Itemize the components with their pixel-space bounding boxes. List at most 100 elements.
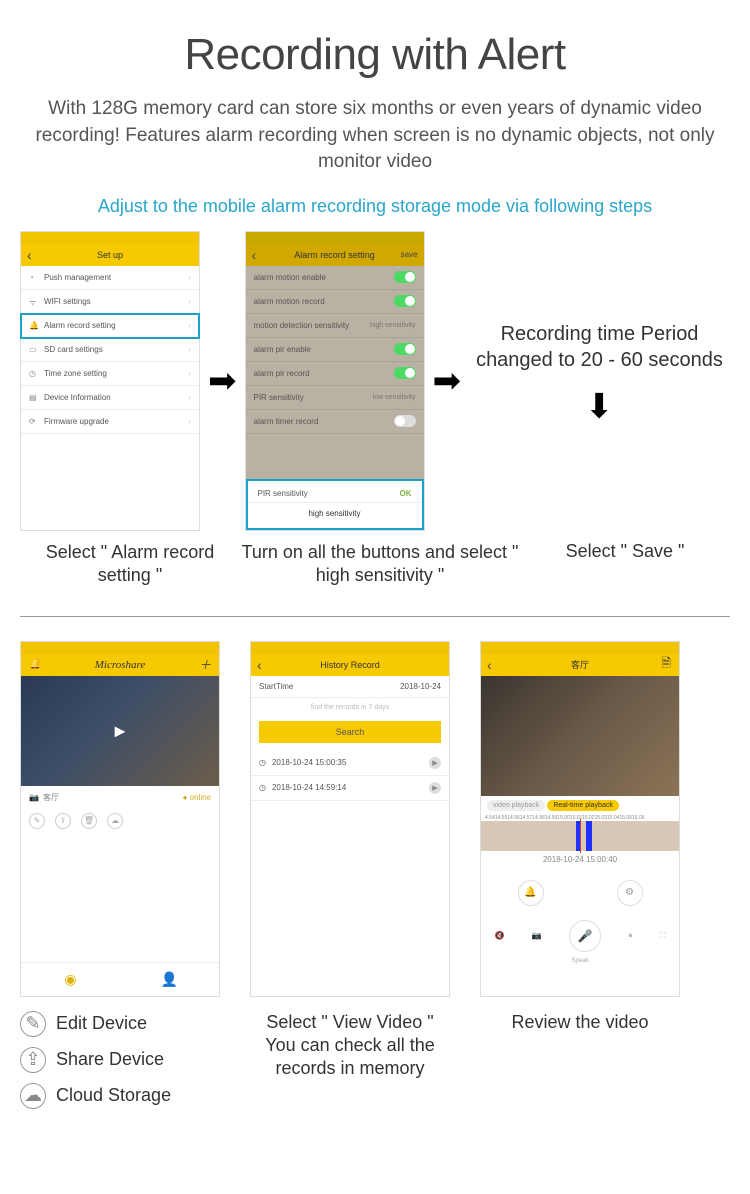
row-pir-sens[interactable]: PIR sensitivitylow sensitivity — [246, 386, 424, 410]
online-badge: ● online — [183, 793, 211, 802]
topbar-playback: ‹ 客厅 🗎 — [481, 654, 679, 676]
mic-button[interactable]: 🎤 — [569, 920, 601, 952]
camera-icon: 📷 — [29, 793, 39, 802]
topbar-setup: ‹ Set up — [21, 244, 199, 266]
document-icon[interactable]: 🗎 — [661, 654, 671, 675]
page-description: With 128G memory card can store six mont… — [30, 96, 720, 176]
step3-column: Recording time Period changed to 20 - 60… — [469, 231, 730, 427]
arrow-down-icon: ➡ — [577, 274, 621, 535]
arrow-right-icon: ➡ — [433, 361, 462, 401]
topbar-title: 客厅 — [571, 658, 589, 671]
toggle-icon[interactable] — [394, 367, 416, 379]
camera-thumbnail[interactable] — [21, 676, 219, 786]
share-icon: ⇪ — [20, 1047, 46, 1073]
start-label: StartTime — [259, 682, 293, 691]
captions-row-2: ✎ Edit Device ⇪ Share Device ☁ Cloud Sto… — [20, 1011, 730, 1119]
status-bar — [251, 642, 449, 654]
delete-icon[interactable]: 🗑 — [81, 813, 97, 829]
brand-title: Microshare — [95, 659, 146, 671]
divider — [20, 616, 730, 617]
row-push[interactable]: ◔Push management› — [21, 266, 199, 290]
save-button[interactable]: save — [401, 250, 418, 259]
tab-camera[interactable]: ◉ — [21, 963, 120, 996]
topbar-microshare: 🔔 Microshare ＋ — [21, 654, 219, 676]
video-viewport[interactable] — [481, 676, 679, 796]
back-icon[interactable]: ‹ — [487, 657, 492, 673]
cloud-icon[interactable]: ☁ — [107, 813, 123, 829]
start-time-row[interactable]: StartTime 2018-10-24 — [251, 676, 449, 698]
clock-icon: ◷ — [259, 758, 266, 767]
caption-step1: Select " Alarm record setting " — [20, 541, 240, 588]
sheet-ok-button[interactable]: OK — [400, 489, 412, 498]
tab-profile[interactable]: 👤 — [120, 963, 219, 996]
row-pir-enable[interactable]: alarm pir enable — [246, 338, 424, 362]
toggle-icon[interactable] — [394, 295, 416, 307]
record-time: 2018-10-24 14:59:14 — [272, 783, 346, 792]
pir-sensitivity-sheet: PIR sensitivity OK high sensitivity — [246, 479, 424, 530]
pill-video-playback[interactable]: video playback — [487, 800, 545, 811]
legend-edit: ✎ Edit Device — [20, 1011, 220, 1037]
row-pir-record[interactable]: alarm pir record — [246, 362, 424, 386]
hint-text: find the records in 7 days — [251, 698, 449, 717]
playback-mode-tabs: video playback Real-time playback — [481, 796, 679, 815]
record-item[interactable]: ◷ 2018-10-24 14:59:14 ▶ — [251, 776, 449, 801]
row-firmware[interactable]: ⟳Firmware upgrade› — [21, 410, 199, 434]
record-item[interactable]: ◷ 2018-10-24 15:00:35 ▶ — [251, 751, 449, 776]
device-actions: ✎ ⇪ 🗑 ☁ — [21, 809, 219, 839]
screenshot-playback: ‹ 客厅 🗎 video playback Real-time playback… — [480, 641, 680, 997]
edit-icon: ✎ — [20, 1011, 46, 1037]
page-subhead: Adjust to the mobile alarm recording sto… — [20, 196, 730, 217]
row-alarm-record-setting[interactable]: 🔔Alarm record setting› — [21, 314, 199, 338]
tabbar: ◉ 👤 — [21, 962, 219, 996]
sheet-option-high[interactable]: high sensitivity — [248, 503, 422, 524]
fullscreen-icon[interactable]: ⛶ — [660, 931, 666, 941]
legend-cloud: ☁ Cloud Storage — [20, 1083, 220, 1109]
screenshot-history: ‹ History Record StartTime 2018-10-24 fi… — [250, 641, 450, 997]
row-timer-record[interactable]: alarm timer record — [246, 410, 424, 434]
topbar-title: Set up — [97, 250, 123, 260]
screenshot-microshare: 🔔 Microshare ＋ 📷 客厅 ● online ✎ ⇪ 🗑 ☁ ◉ 👤 — [20, 641, 220, 997]
play-icon[interactable]: ▶ — [429, 782, 441, 794]
row-motion-sens[interactable]: motion detection sensitivityhigh sensiti… — [246, 314, 424, 338]
row-sd[interactable]: ▭SD card settings› — [21, 338, 199, 362]
captions-row-1: Select " Alarm record setting " Turn on … — [20, 541, 730, 588]
toggle-icon[interactable] — [394, 271, 416, 283]
steps-row-2: 🔔 Microshare ＋ 📷 客厅 ● online ✎ ⇪ 🗑 ☁ ◉ 👤… — [20, 641, 730, 997]
steps-row-1: ‹ Set up ◔Push management› ᯤWIFI setting… — [20, 231, 730, 531]
record-icon[interactable]: ⏺ — [628, 931, 632, 941]
sheet-title: PIR sensitivity — [258, 489, 308, 498]
pill-realtime-playback[interactable]: Real-time playback — [547, 800, 619, 811]
playback-timestamp: 2018-10-24 15:00:40 — [481, 851, 679, 872]
start-value: 2018-10-24 — [400, 682, 441, 691]
back-icon[interactable]: ‹ — [252, 247, 257, 263]
search-button[interactable]: Search — [259, 721, 441, 743]
back-icon[interactable]: ‹ — [257, 657, 262, 673]
screenshot-setup: ‹ Set up ◔Push management› ᯤWIFI setting… — [20, 231, 200, 531]
bell-icon[interactable]: 🔔 — [518, 880, 544, 906]
caption-playback: Review the video — [480, 1011, 680, 1119]
screenshot-alarm-settings: ‹ Alarm record setting save alarm motion… — [245, 231, 425, 531]
row-wifi[interactable]: ᯤWIFI settings› — [21, 290, 199, 314]
row-motion-enable[interactable]: alarm motion enable — [246, 266, 424, 290]
page-title: Recording with Alert — [20, 30, 730, 80]
mute-icon[interactable]: 🔇 — [495, 931, 505, 940]
snapshot-icon[interactable]: 📷 — [532, 931, 542, 940]
bell-icon[interactable]: 🔔 — [29, 659, 41, 670]
plus-icon[interactable]: ＋ — [199, 656, 211, 673]
play-icon[interactable]: ▶ — [429, 757, 441, 769]
status-bar — [246, 232, 424, 244]
timeline-scrubber[interactable] — [481, 821, 679, 851]
settings-list: ◔Push management› ᯤWIFI settings› 🔔Alarm… — [21, 266, 199, 434]
caption-step2: Turn on all the buttons and select " hig… — [240, 541, 520, 588]
toggle-icon[interactable] — [394, 415, 416, 427]
status-bar — [21, 232, 199, 244]
share-icon[interactable]: ⇪ — [55, 813, 71, 829]
row-devinfo[interactable]: ▤Device Information› — [21, 386, 199, 410]
gear-icon[interactable]: ⚙ — [617, 880, 643, 906]
back-icon[interactable]: ‹ — [27, 247, 32, 263]
edit-icon[interactable]: ✎ — [29, 813, 45, 829]
playback-controls-2: 🔇 📷 🎤 ⏺ ⛶ — [481, 914, 679, 958]
row-motion-record[interactable]: alarm motion record — [246, 290, 424, 314]
row-timezone[interactable]: ◷Time zone setting› — [21, 362, 199, 386]
toggle-icon[interactable] — [394, 343, 416, 355]
